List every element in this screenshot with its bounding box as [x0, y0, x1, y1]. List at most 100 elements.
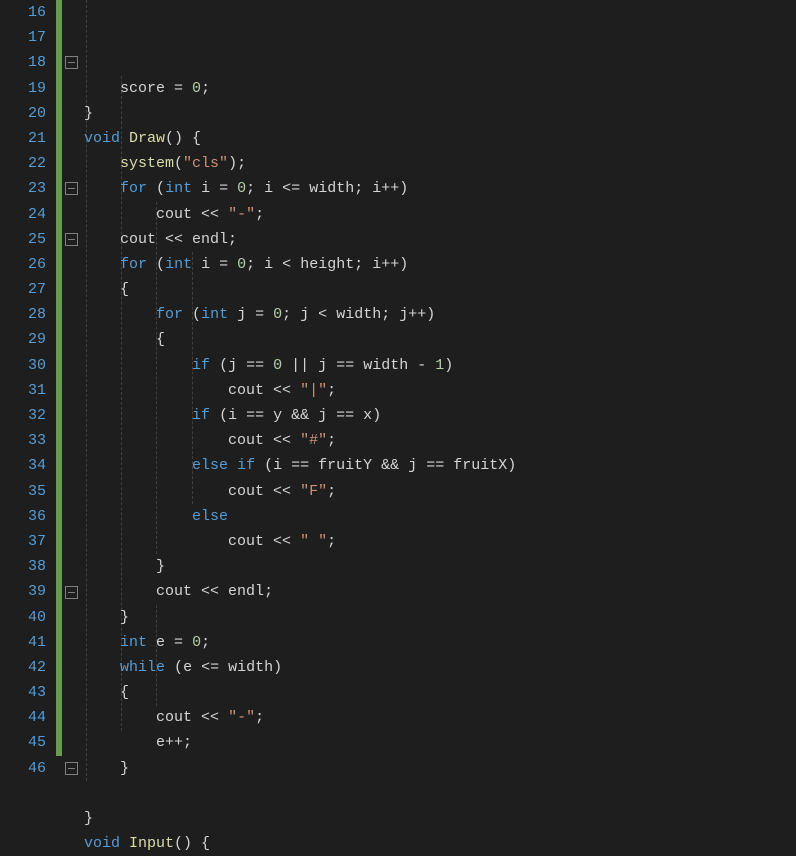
token-id — [84, 609, 120, 626]
code-editor[interactable]: 1617181920212223242526272829303132333435… — [0, 0, 796, 782]
token-id: j — [228, 306, 255, 323]
code-line[interactable]: cout << "|"; — [84, 378, 796, 403]
token-id: endl — [219, 583, 264, 600]
token-id — [282, 357, 291, 374]
token-op: << — [201, 583, 219, 600]
code-line[interactable]: cout << " "; — [84, 529, 796, 554]
code-line[interactable]: for (int i = 0; i <= width; i++) — [84, 176, 796, 201]
token-op: ++ — [165, 734, 183, 751]
fold-toggle-icon[interactable] — [65, 182, 78, 195]
code-line[interactable]: cout << "-"; — [84, 705, 796, 730]
token-id — [147, 180, 156, 197]
token-id: x — [354, 407, 372, 424]
token-op: << — [201, 709, 219, 726]
code-line[interactable]: } — [84, 806, 796, 831]
token-pn: () { — [174, 835, 210, 852]
token-id: i — [372, 180, 381, 197]
token-num: 0 — [192, 634, 201, 651]
line-number: 42 — [0, 655, 46, 680]
code-line[interactable]: cout << endl; — [84, 227, 796, 252]
token-pn: { — [120, 281, 129, 298]
line-number: 31 — [0, 378, 46, 403]
code-line[interactable] — [84, 781, 796, 806]
fold-toggle-icon[interactable] — [65, 56, 78, 69]
token-id — [255, 457, 264, 474]
token-id: width — [327, 306, 381, 323]
token-op: && — [381, 457, 399, 474]
token-pn: ( — [219, 357, 228, 374]
token-pn: ; — [246, 256, 264, 273]
token-id: score — [84, 80, 174, 97]
line-number: 17 — [0, 25, 46, 50]
token-op: = — [174, 80, 183, 97]
token-pn: ( — [264, 457, 273, 474]
line-number: 40 — [0, 605, 46, 630]
token-id — [120, 130, 129, 147]
line-number: 23 — [0, 176, 46, 201]
token-id — [219, 206, 228, 223]
token-id: i — [264, 256, 282, 273]
token-id: cout — [84, 206, 201, 223]
token-pn: ) — [507, 457, 516, 474]
code-line[interactable]: void Input() { — [84, 831, 796, 856]
token-pn: ; — [381, 306, 399, 323]
code-line[interactable]: } — [84, 756, 796, 781]
code-line[interactable]: { — [84, 327, 796, 352]
line-number: 46 — [0, 756, 46, 781]
token-id: j — [309, 407, 336, 424]
token-id: height — [291, 256, 354, 273]
token-num: 0 — [237, 180, 246, 197]
code-line[interactable]: cout << "-"; — [84, 202, 796, 227]
token-id: cout — [84, 709, 201, 726]
token-id — [291, 382, 300, 399]
code-line[interactable]: system("cls"); — [84, 151, 796, 176]
code-line[interactable]: { — [84, 680, 796, 705]
token-id — [84, 331, 156, 348]
code-line[interactable]: cout << "F"; — [84, 479, 796, 504]
token-kw: for — [120, 180, 147, 197]
token-pn: ; — [201, 634, 210, 651]
token-str: "#" — [300, 432, 327, 449]
token-id — [120, 835, 129, 852]
code-line[interactable]: } — [84, 101, 796, 126]
code-line[interactable]: cout << "#"; — [84, 428, 796, 453]
code-line[interactable]: void Draw() { — [84, 126, 796, 151]
line-number: 27 — [0, 277, 46, 302]
code-line[interactable]: if (j == 0 || j == width - 1) — [84, 353, 796, 378]
token-pn: ) — [426, 306, 435, 323]
token-kw: for — [120, 256, 147, 273]
token-id: width — [354, 357, 417, 374]
code-line[interactable]: else — [84, 504, 796, 529]
fold-toggle-icon[interactable] — [65, 233, 78, 246]
token-id: j — [300, 306, 318, 323]
token-num: 0 — [273, 306, 282, 323]
line-number: 37 — [0, 529, 46, 554]
code-line[interactable]: cout << endl; — [84, 579, 796, 604]
code-line[interactable]: for (int j = 0; j < width; j++) — [84, 302, 796, 327]
token-op: == — [426, 457, 444, 474]
token-id: i — [264, 180, 282, 197]
token-pn: ) — [372, 407, 381, 424]
fold-toggle-icon[interactable] — [65, 586, 78, 599]
token-num: 0 — [192, 80, 201, 97]
token-pn: ; — [354, 256, 372, 273]
token-id — [426, 357, 435, 374]
line-number: 18 — [0, 50, 46, 75]
code-line[interactable]: else if (i == fruitY && j == fruitX) — [84, 453, 796, 478]
code-line[interactable]: if (i == y && j == x) — [84, 403, 796, 428]
code-line[interactable]: } — [84, 605, 796, 630]
fold-toggle-icon[interactable] — [65, 762, 78, 775]
code-line[interactable]: for (int i = 0; i < height; i++) — [84, 252, 796, 277]
code-line[interactable]: score = 0; — [84, 76, 796, 101]
token-kw: while — [120, 659, 165, 676]
code-line[interactable]: e++; — [84, 730, 796, 755]
token-op: = — [174, 634, 183, 651]
token-id: j — [399, 306, 408, 323]
code-line[interactable]: int e = 0; — [84, 630, 796, 655]
code-line[interactable]: { — [84, 277, 796, 302]
code-line[interactable]: while (e <= width) — [84, 655, 796, 680]
token-pn: () { — [165, 130, 201, 147]
token-id — [84, 155, 120, 172]
code-area[interactable]: score = 0;}void Draw() { system("cls"); … — [82, 0, 796, 782]
code-line[interactable]: } — [84, 554, 796, 579]
